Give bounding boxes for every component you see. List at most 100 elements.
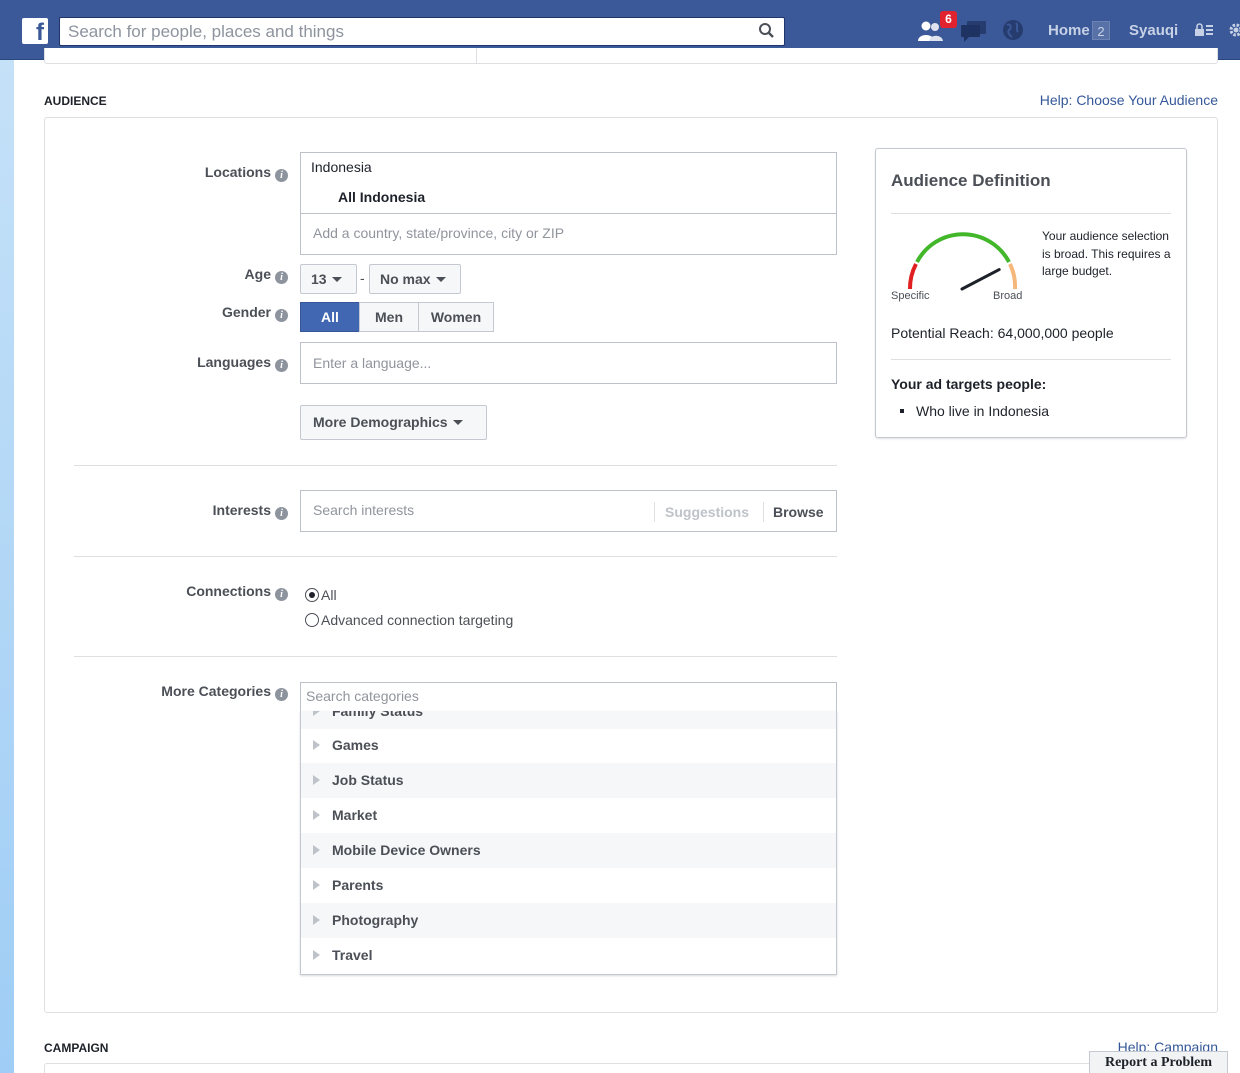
home-link[interactable]: Home [1048,22,1090,39]
gauge-orange-arc [1008,263,1018,290]
notifications-globe-icon[interactable] [1002,19,1024,41]
info-icon[interactable]: i [275,588,288,601]
previous-section-card [44,48,1218,64]
locations-divider [301,213,836,214]
connections-label: Connections i [150,583,288,601]
info-icon[interactable]: i [275,169,288,182]
audience-section-title: AUDIENCE [44,94,107,108]
categories-search-input[interactable] [306,688,806,704]
languages-label-text: Languages [197,354,271,370]
profile-link[interactable]: Syauqi [1129,22,1178,39]
interests-box: Suggestions Browse [300,490,837,532]
audience-definition-title: Audience Definition [891,171,1051,190]
radio-selected[interactable] [305,588,319,602]
campaign-card [44,1063,1218,1073]
gauge-needle [960,268,1001,291]
age-min-value: 13 [311,271,327,287]
facebook-logo-icon[interactable]: f [22,18,48,46]
home-count-badge: 2 [1092,21,1110,40]
messages-icon[interactable] [960,20,988,42]
connections-advanced-label: Advanced connection targeting [321,612,514,628]
category-item-label: Games [332,737,379,753]
category-item-label: Job Status [332,772,404,788]
campaign-section-title: CAMPAIGN [44,1041,109,1055]
radio-unselected[interactable] [305,613,319,627]
connections-advanced-option[interactable]: Advanced connection targeting [305,612,513,628]
connections-label-text: Connections [186,583,271,599]
expand-triangle-icon [313,845,320,855]
category-item[interactable]: Mobile Device Owners [301,833,836,868]
audience-definition-panel: Audience Definition Your audience select… [875,148,1187,438]
interests-input[interactable] [313,502,643,518]
divider [74,465,837,466]
global-search-input[interactable] [68,21,748,43]
category-item[interactable]: Market [301,798,836,833]
connections-all-label: All [321,587,337,603]
divider [74,556,837,557]
expand-triangle-icon [313,740,320,750]
search-icon[interactable] [758,22,776,40]
location-input[interactable] [313,225,813,241]
locations-box: Indonesia All Indonesia [300,152,837,255]
chevron-down-icon [435,277,446,282]
info-icon[interactable]: i [275,507,288,520]
audience-help-link[interactable]: Help: Choose Your Audience [1040,92,1218,108]
chevron-down-icon [452,420,463,425]
info-icon[interactable]: i [275,688,288,701]
age-max-select[interactable]: No max [369,264,461,294]
gauge-red-arc [907,263,918,290]
divider [891,359,1171,360]
locations-label: Locations i [150,164,288,182]
age-separator: - [360,270,365,286]
gauge-broad-label: Broad [993,290,1023,302]
target-item-text: Who live in Indonesia [916,403,1050,419]
expand-triangle-icon [313,711,320,716]
age-max-value: No max [380,271,431,287]
report-problem-button[interactable]: Report a Problem [1089,1051,1228,1073]
category-item[interactable]: Job Status [301,763,836,798]
languages-label: Languages i [150,354,288,372]
connections-all-option[interactable]: All [305,587,337,603]
potential-reach: Potential Reach: 64,000,000 people [891,325,1114,341]
suggestions-button[interactable]: Suggestions [654,502,749,522]
info-icon[interactable]: i [275,271,288,284]
privacy-shortcuts-icon[interactable] [1194,23,1214,37]
gender-women-button[interactable]: Women [418,302,494,332]
category-item-label: Travel [332,947,373,963]
info-icon[interactable]: i [275,309,288,322]
expand-triangle-icon [313,915,320,925]
location-country: Indonesia [311,159,372,175]
category-item[interactable]: Family Status [301,711,836,729]
gender-label-text: Gender [221,304,271,320]
more-categories-label: More Categories i [130,683,288,701]
category-item-label: Family Status [332,711,424,719]
age-min-select[interactable]: 13 [300,264,357,294]
age-label-text: Age [244,266,271,282]
location-region: All Indonesia [338,189,426,205]
category-item[interactable]: Photography [301,903,836,938]
browse-button[interactable]: Browse [763,502,824,522]
target-item: Who live in Indonesia [900,403,1049,419]
categories-search-box [300,682,837,712]
more-demographics-button[interactable]: More Demographics [300,405,487,440]
category-item-label: Photography [332,912,419,928]
languages-input[interactable] [300,342,837,384]
expand-triangle-icon [313,775,320,785]
audience-breadth-gauge [907,232,1018,291]
categories-dropdown-list[interactable]: Family Status Games Job Status Market Mo… [300,711,837,975]
category-item-label: Market [332,807,378,823]
gender-label: Gender i [150,304,288,322]
category-item[interactable]: Travel [301,938,836,973]
bullet-icon [900,409,904,413]
gender-men-button[interactable]: Men [359,302,419,332]
info-icon[interactable]: i [275,359,288,372]
settings-gear-icon[interactable] [1226,22,1240,38]
global-search-box [59,17,785,46]
chevron-down-icon [331,277,342,282]
category-item[interactable]: Parents [301,868,836,903]
more-demographics-label: More Demographics [313,414,448,430]
gender-all-button[interactable]: All [300,302,360,332]
category-item[interactable]: Games [301,728,836,763]
gauge-specific-label: Specific [891,290,930,302]
divider [74,656,837,657]
